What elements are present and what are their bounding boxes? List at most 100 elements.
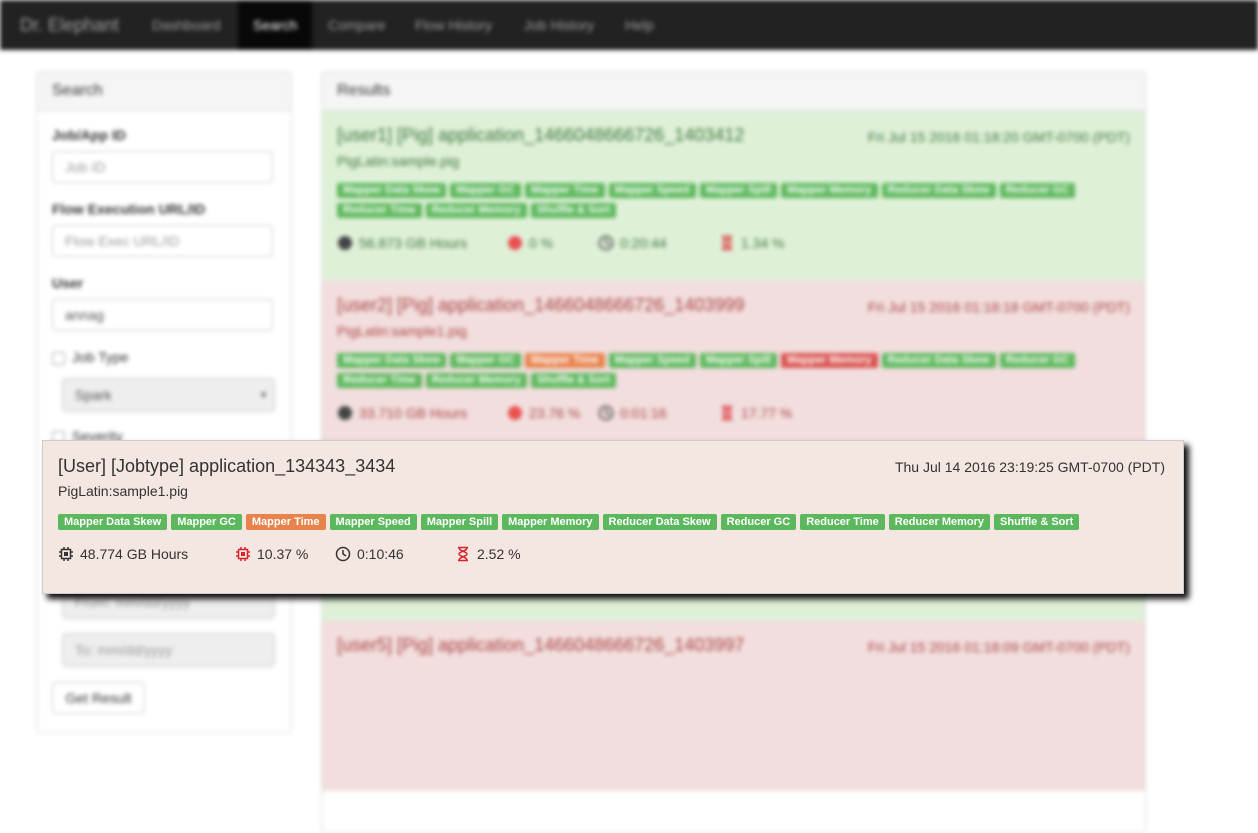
resources-stat: 33.710 GB Hours [337, 405, 467, 421]
clock-icon [598, 235, 620, 251]
nav-compare[interactable]: Compare [313, 0, 401, 50]
heuristic-tag[interactable]: Reducer GC [999, 183, 1076, 198]
search-panel-title: Search [37, 72, 291, 111]
job-id-input[interactable]: Job ID [52, 151, 273, 183]
heuristic-tag[interactable]: Shuffle & Sort [994, 514, 1080, 530]
to-date-input[interactable]: To: mm/dd/yyyy [62, 633, 275, 667]
heuristic-tag[interactable]: Mapper Speed [608, 183, 696, 198]
heuristic-tag[interactable]: Mapper Data Skew [337, 183, 447, 198]
user-input[interactable]: annag [52, 299, 273, 331]
wasted-stat-value: 23.76 % [529, 405, 581, 421]
resources-stat-value: 33.710 GB Hours [359, 405, 468, 421]
job-type-label: Job Type [72, 349, 129, 365]
heuristic-tag[interactable]: Mapper Spill [699, 353, 778, 368]
heuristic-tag[interactable]: Mapper Memory [502, 514, 599, 530]
job-type-checkbox[interactable] [52, 352, 65, 365]
runtime-stat: 0:01:16 [598, 405, 667, 421]
heuristic-tag[interactable]: Mapper Time [524, 183, 605, 198]
background-page: Dr. Elephant Dashboard Search Compare Fl… [0, 0, 1258, 833]
result-item[interactable]: [user1] [Pig] application_1466048666726_… [322, 111, 1145, 281]
user-label: User [52, 275, 84, 291]
popup-heuristic-tags: Mapper Data Skew Mapper GC Mapper Time Mapp… [58, 514, 1158, 535]
flow-exec-input[interactable]: Flow Exec URL/ID [52, 225, 273, 257]
nav-search[interactable]: Search [238, 0, 313, 50]
cpu-icon [58, 546, 80, 562]
wasted-stat: 10.37 % [235, 546, 308, 562]
wait-stat: 1.34 % [719, 235, 785, 251]
resources-stat: 48.774 GB Hours [58, 546, 188, 562]
runtime-stat: 0:20:44 [598, 235, 667, 251]
result-script: PigLatin:sample.pig [337, 153, 460, 169]
navbar: Dr. Elephant Dashboard Search Compare Fl… [0, 0, 1258, 50]
result-script: PigLatin:sample1.pig [337, 323, 467, 339]
heuristic-tag[interactable]: Mapper Time [245, 514, 326, 530]
cpu-wasted-icon [507, 405, 529, 421]
heuristic-tag[interactable]: Reducer GC [720, 514, 797, 530]
result-title[interactable]: [user1] [Pig] application_1466048666726_… [337, 125, 744, 146]
wait-stat-value: 17.77 % [741, 405, 793, 421]
nav-help[interactable]: Help [610, 0, 669, 50]
nav-flow-history[interactable]: Flow History [400, 0, 507, 50]
heuristic-tag[interactable]: Mapper Speed [608, 353, 696, 368]
wasted-stat: 23.76 % [507, 405, 580, 421]
result-title[interactable]: [user2] [Pig] application_1466048666726_… [337, 295, 744, 316]
runtime-stat: 0:10:46 [335, 546, 404, 562]
hourglass-icon [455, 546, 477, 562]
wait-stat-value: 1.34 % [741, 235, 785, 251]
hourglass-icon [719, 405, 741, 421]
popup-date: Thu Jul 14 2016 23:19:25 GMT-0700 (PDT) [894, 459, 1165, 475]
heuristic-tag[interactable]: Mapper Spill [699, 183, 778, 198]
brand-logo[interactable]: Dr. Elephant [20, 0, 119, 50]
heuristic-tag[interactable]: Mapper Memory [781, 353, 878, 368]
heuristic-tag[interactable]: Reducer Memory [425, 203, 527, 218]
heuristic-tag[interactable]: Mapper Speed [329, 514, 417, 530]
wait-stat: 2.52 % [455, 546, 521, 562]
nav-dashboard[interactable]: Dashboard [137, 0, 236, 50]
heuristic-tag[interactable]: Reducer Time [800, 514, 885, 530]
heuristic-tag[interactable]: Shuffle & Sort [530, 203, 617, 218]
heuristic-tag[interactable]: Reducer Memory [425, 373, 527, 388]
cpu-wasted-icon [507, 235, 529, 251]
heuristic-tag[interactable]: Mapper GC [450, 183, 521, 198]
heuristic-tag[interactable]: Reducer Data Skew [881, 353, 996, 368]
hourglass-icon [719, 235, 741, 251]
flow-exec-label: Flow Execution URL/ID [52, 201, 206, 217]
heuristic-tag[interactable]: Shuffle & Sort [530, 373, 617, 388]
heuristic-tag[interactable]: Mapper Data Skew [337, 353, 447, 368]
search-panel: Search Job/App ID Job ID Flow Execution … [36, 71, 292, 733]
heuristic-tag[interactable]: Mapper Memory [781, 183, 878, 198]
heuristic-tag[interactable]: Reducer GC [999, 353, 1076, 368]
wasted-stat-value: 10.37 % [257, 546, 309, 562]
cpu-icon [337, 405, 359, 421]
clock-icon [335, 546, 357, 562]
result-item[interactable]: [user5] [Pig] application_1466048666726_… [322, 621, 1145, 791]
heuristic-tag[interactable]: Reducer Data Skew [881, 183, 996, 198]
heuristic-tag[interactable]: Reducer Time [337, 203, 422, 218]
wasted-stat-value: 0 % [529, 235, 554, 251]
job-id-label: Job/App ID [52, 127, 126, 143]
get-result-button[interactable]: Get Result [52, 682, 145, 714]
popup-title[interactable]: [User] [Jobtype] application_134343_3434 [58, 456, 395, 477]
heuristic-tag[interactable]: Reducer Memory [888, 514, 991, 530]
clock-icon [598, 405, 620, 421]
heuristic-tag[interactable]: Mapper GC [171, 514, 242, 530]
result-title[interactable]: [user5] [Pig] application_1466048666726_… [337, 635, 744, 656]
resources-stat: 56.873 GB Hours [337, 235, 467, 251]
heuristic-tag[interactable]: Reducer Data Skew [602, 514, 717, 530]
result-item[interactable]: [user2] [Pig] application_1466048666726_… [322, 281, 1145, 451]
resources-stat-value: 48.774 GB Hours [80, 546, 189, 562]
heuristic-tag[interactable]: Reducer Time [337, 373, 422, 388]
heuristic-tag[interactable]: Mapper Data Skew [58, 514, 168, 530]
job-type-select[interactable]: Spark ▼ [62, 378, 275, 412]
nav-job-history[interactable]: Job History [509, 0, 609, 50]
heuristic-tag[interactable]: Mapper Time [524, 353, 605, 368]
heuristic-tag[interactable]: Mapper Spill [420, 514, 499, 530]
job-detail-popup[interactable]: [User] [Jobtype] application_134343_3434… [42, 440, 1184, 594]
wasted-stat: 0 % [507, 235, 553, 251]
resources-stat-value: 56.873 GB Hours [359, 235, 468, 251]
wait-stat: 17.77 % [719, 405, 792, 421]
result-date: Fri Jul 15 2016 01:18:09 GMT-0700 (PDT) [867, 639, 1130, 655]
chevron-down-icon: ▼ [259, 390, 268, 400]
heuristic-tag[interactable]: Mapper GC [450, 353, 521, 368]
job-type-select-value: Spark [75, 387, 112, 403]
